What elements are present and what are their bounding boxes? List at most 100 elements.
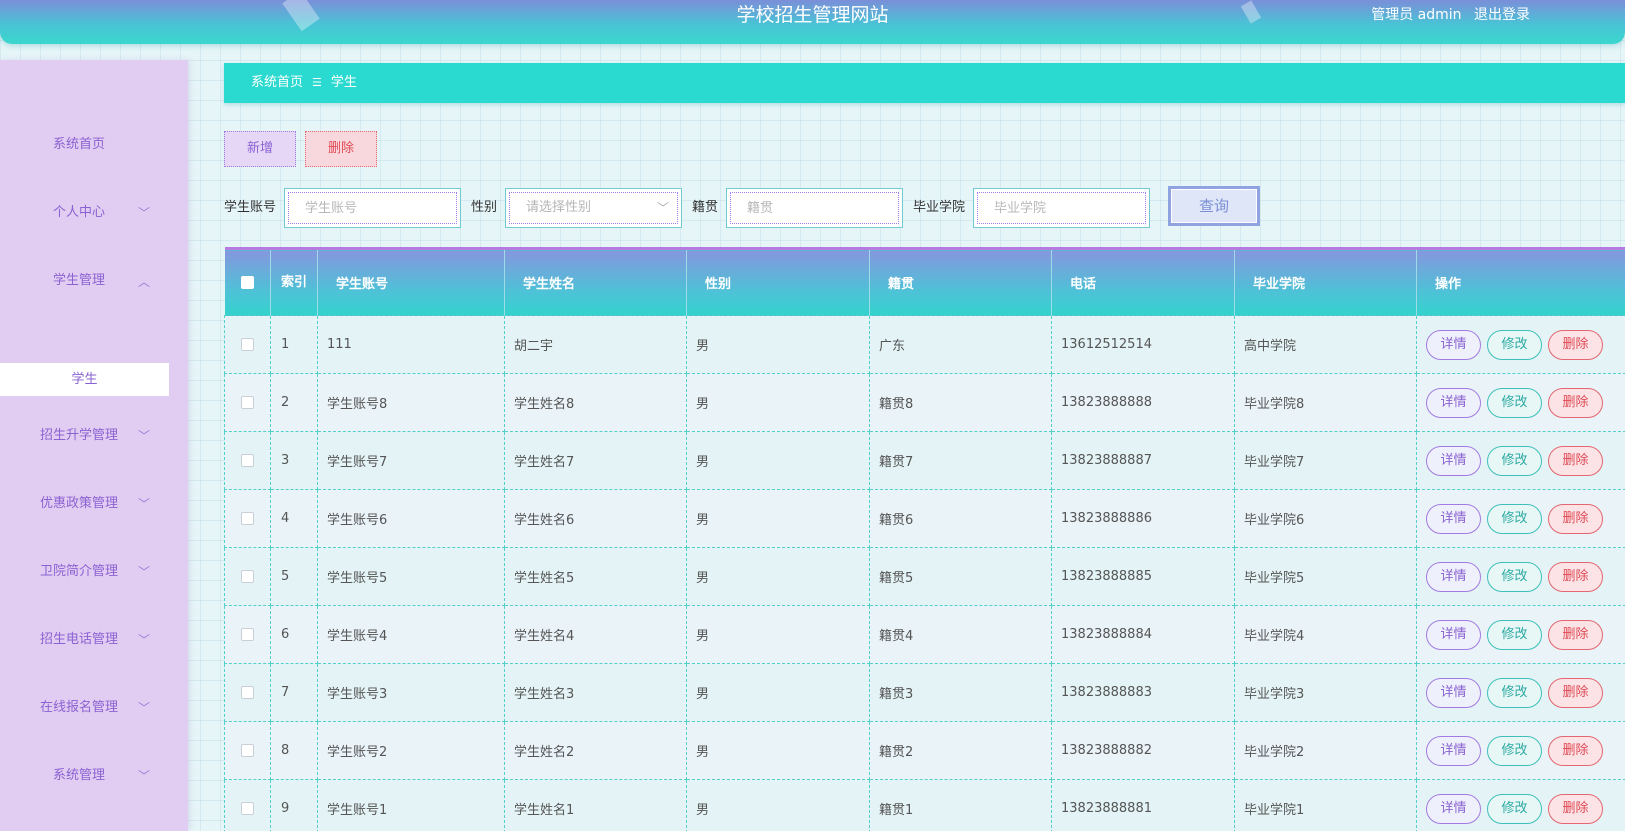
row-checkbox[interactable] bbox=[241, 338, 254, 351]
cell-ops: 详情 修改 删除 bbox=[1416, 721, 1625, 780]
row-checkbox[interactable] bbox=[241, 802, 254, 815]
select-all-checkbox[interactable] bbox=[240, 276, 254, 289]
detail-button[interactable]: 详情 bbox=[1426, 793, 1481, 824]
logout-link[interactable]: 退出登录 bbox=[1474, 7, 1530, 23]
edit-button[interactable]: 修改 bbox=[1487, 329, 1542, 360]
sidebar-item-phone[interactable]: 招生电话管理 ﹀ bbox=[0, 620, 188, 660]
row-checkbox[interactable] bbox=[241, 396, 254, 409]
delete-button[interactable]: 删除 bbox=[1548, 619, 1603, 650]
row-checkbox[interactable] bbox=[241, 454, 254, 467]
edit-button[interactable]: 修改 bbox=[1487, 619, 1542, 650]
gender-select[interactable]: 请选择性别 ﹀ bbox=[505, 188, 682, 228]
cell-gender: 男 bbox=[686, 431, 870, 490]
sidebar-item-label: 学生管理 bbox=[52, 273, 105, 288]
batch-delete-button[interactable]: 删除 bbox=[305, 131, 377, 167]
account-search-input[interactable] bbox=[305, 193, 456, 223]
detail-button[interactable]: 详情 bbox=[1426, 619, 1481, 650]
sidebar-item-profile[interactable]: 个人中心 ﹀ bbox=[0, 193, 188, 233]
cell-account: 111 bbox=[317, 315, 505, 374]
sidebar-item-label: 卫院简介管理 bbox=[39, 564, 118, 579]
cell-origin: 籍贯6 bbox=[869, 489, 1052, 548]
school-search-inner bbox=[977, 192, 1146, 224]
header-gender: 性别 bbox=[686, 247, 870, 316]
delete-button[interactable]: 删除 bbox=[1548, 561, 1603, 592]
cell-index: 3 bbox=[270, 431, 318, 490]
sidebar-item-policy[interactable]: 优惠政策管理 ﹀ bbox=[0, 484, 188, 524]
breadcrumb-separator-icon: ☰ bbox=[312, 76, 322, 89]
edit-button[interactable]: 修改 bbox=[1487, 503, 1542, 534]
delete-button[interactable]: 删除 bbox=[1548, 387, 1603, 418]
table-row: 5 学生账号5 学生姓名5 男籍贯5 13823888885 毕业学院5 详情 修改 删除 bbox=[224, 547, 1625, 606]
edit-button[interactable]: 修改 bbox=[1487, 677, 1542, 708]
row-checkbox[interactable] bbox=[241, 686, 254, 699]
admin-area: 管理员 admin 退出登录 bbox=[1363, 4, 1530, 26]
cell-index: 8 bbox=[270, 721, 318, 780]
sidebar-item-label: 优惠政策管理 bbox=[39, 496, 118, 511]
cell-account: 学生账号2 bbox=[317, 721, 505, 780]
row-checkbox[interactable] bbox=[241, 628, 254, 641]
edit-button[interactable]: 修改 bbox=[1487, 561, 1542, 592]
cell-phone: 13823888882 bbox=[1051, 721, 1235, 780]
row-select-cell bbox=[224, 489, 271, 548]
delete-button[interactable]: 删除 bbox=[1548, 503, 1603, 534]
delete-button[interactable]: 删除 bbox=[1548, 793, 1603, 824]
sidebar-item-home[interactable]: 系统首页 bbox=[0, 125, 188, 165]
sidebar: 系统首页 个人中心 ﹀ 学生管理 ﹀ 学生 招生升学管理 ﹀ 优惠政策管理 ﹀ … bbox=[0, 60, 188, 831]
origin-search-label: 籍贯 bbox=[692, 200, 719, 215]
cell-origin: 籍贯7 bbox=[869, 431, 1052, 490]
edit-button[interactable]: 修改 bbox=[1487, 387, 1542, 418]
delete-button[interactable]: 删除 bbox=[1548, 329, 1603, 360]
detail-button[interactable]: 详情 bbox=[1426, 503, 1481, 534]
table-row: 6 学生账号4 学生姓名4 男籍贯4 13823888884 毕业学院4 详情 修改 删除 bbox=[224, 605, 1625, 664]
sidebar-item-system[interactable]: 系统管理 ﹀ bbox=[0, 756, 188, 796]
chevron-down-icon: ﹀ bbox=[138, 701, 151, 715]
chevron-down-icon: ﹀ bbox=[138, 769, 151, 783]
cell-phone: 13823888886 bbox=[1051, 489, 1235, 548]
breadcrumb: 系统首页 ☰ 学生 bbox=[224, 63, 1625, 103]
delete-button[interactable]: 删除 bbox=[1548, 445, 1603, 476]
cell-school: 毕业学院6 bbox=[1234, 489, 1417, 548]
row-checkbox[interactable] bbox=[241, 570, 254, 583]
detail-button[interactable]: 详情 bbox=[1426, 329, 1481, 360]
cell-gender: 男 bbox=[686, 779, 870, 831]
detail-button[interactable]: 详情 bbox=[1426, 735, 1481, 766]
sidebar-item-admission[interactable]: 招生升学管理 ﹀ bbox=[0, 416, 188, 456]
detail-button[interactable]: 详情 bbox=[1426, 677, 1481, 708]
edit-button[interactable]: 修改 bbox=[1487, 793, 1542, 824]
chevron-down-icon: ﹀ bbox=[138, 565, 151, 579]
cell-phone: 13823888881 bbox=[1051, 779, 1235, 831]
origin-search-input[interactable] bbox=[747, 193, 898, 223]
cell-school: 毕业学院7 bbox=[1234, 431, 1417, 490]
school-search-input[interactable] bbox=[994, 193, 1145, 223]
breadcrumb-home[interactable]: 系统首页 bbox=[251, 75, 303, 90]
cell-index: 1 bbox=[270, 315, 318, 374]
detail-button[interactable]: 详情 bbox=[1426, 387, 1481, 418]
cell-phone: 13823888884 bbox=[1051, 605, 1235, 664]
detail-button[interactable]: 详情 bbox=[1426, 445, 1481, 476]
edit-button[interactable]: 修改 bbox=[1487, 445, 1542, 476]
row-checkbox[interactable] bbox=[241, 512, 254, 525]
cell-ops: 详情 修改 删除 bbox=[1416, 779, 1625, 831]
detail-button[interactable]: 详情 bbox=[1426, 561, 1481, 592]
row-checkbox[interactable] bbox=[241, 744, 254, 757]
edit-button[interactable]: 修改 bbox=[1487, 735, 1542, 766]
cell-name: 学生姓名1 bbox=[504, 779, 687, 831]
account-search-inner bbox=[288, 192, 457, 224]
add-button[interactable]: 新增 bbox=[224, 131, 296, 167]
cell-ops: 详情 修改 删除 bbox=[1416, 315, 1625, 374]
row-select-cell bbox=[224, 547, 271, 606]
cell-gender: 男 bbox=[686, 373, 870, 432]
cell-school: 毕业学院8 bbox=[1234, 373, 1417, 432]
delete-button[interactable]: 删除 bbox=[1548, 677, 1603, 708]
sidebar-item-intro[interactable]: 卫院简介管理 ﹀ bbox=[0, 552, 188, 592]
submenu-item-student[interactable]: 学生 bbox=[0, 363, 169, 396]
gender-search-label: 性别 bbox=[471, 200, 498, 215]
breadcrumb-current: 学生 bbox=[330, 75, 357, 90]
delete-button[interactable]: 删除 bbox=[1548, 735, 1603, 766]
query-button[interactable]: 查询 bbox=[1168, 186, 1260, 226]
cell-origin: 籍贯5 bbox=[869, 547, 1052, 606]
cell-ops: 详情 修改 删除 bbox=[1416, 547, 1625, 606]
sidebar-item-students[interactable]: 学生管理 ﹀ bbox=[0, 261, 188, 301]
sidebar-item-signup[interactable]: 在线报名管理 ﹀ bbox=[0, 688, 188, 728]
cell-ops: 详情 修改 删除 bbox=[1416, 431, 1625, 490]
